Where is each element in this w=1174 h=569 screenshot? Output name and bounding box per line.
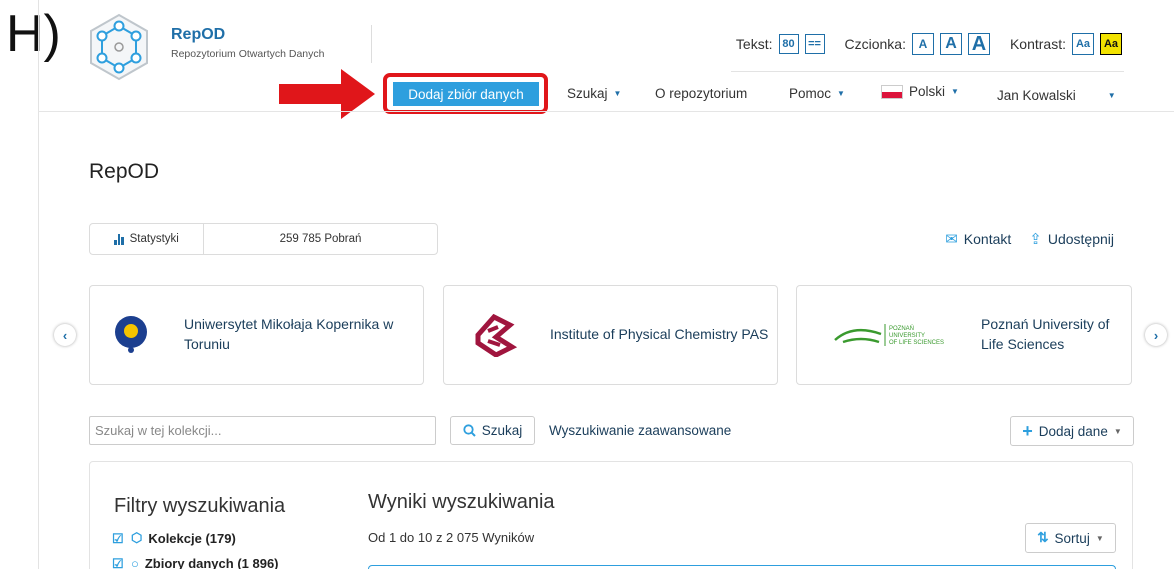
page-title: RepOD — [89, 160, 160, 183]
partner-name: Institute of Physical Chemistry PAS — [550, 326, 769, 343]
search-icon — [463, 424, 476, 437]
statistics-label: Statystyki — [129, 233, 179, 245]
nav-search-label: Szukaj — [567, 86, 608, 101]
nav-help-dropdown[interactable]: Pomoc ▼ — [789, 86, 845, 101]
nav-about-label: O repozytorium — [655, 86, 748, 101]
plus-icon: + — [1022, 420, 1033, 441]
partner-card[interactable]: Uniwersytet Mikołaja Kopernika w Toruniu — [89, 285, 424, 385]
umk-logo-icon — [115, 316, 147, 353]
add-data-label: Dodaj dane — [1038, 423, 1108, 439]
brand-subtitle: Repozytorium Otwartych Danych — [171, 48, 325, 60]
panel-letter: H) — [6, 5, 61, 63]
partner-name: Uniwersytet Mikołaja Kopernika w Toruniu — [184, 316, 394, 352]
ichf-logo-icon — [475, 313, 518, 357]
text-size-label: Tekst: — [735, 36, 773, 52]
poland-flag-icon — [881, 84, 903, 99]
brand-separator — [371, 25, 372, 63]
sort-label: Sortuj — [1054, 530, 1090, 546]
nav-help-label: Pomoc — [789, 86, 832, 101]
carousel-next-button[interactable]: › — [1145, 324, 1167, 346]
carousel-prev-button[interactable]: ‹ — [54, 324, 76, 346]
search-button-label: Szukaj — [481, 423, 523, 438]
puls-logo-icon: POZNAŃ UNIVERSITY OF LIFE SCIENCES — [834, 324, 944, 346]
chevron-down-icon: ▼ — [1095, 533, 1104, 543]
language-label: Polski — [909, 84, 946, 99]
chevron-down-icon: ▼ — [1113, 426, 1122, 436]
font-small-button[interactable]: A — [911, 33, 934, 55]
nav-about-link[interactable]: O repozytorium — [655, 86, 747, 101]
filter-label: Kolekcje (179) — [148, 530, 236, 546]
stats-bar: Statystyki 259 785 Pobrań — [89, 223, 438, 255]
statistics-link[interactable]: Statystyki — [90, 224, 204, 254]
chevron-down-icon: ▼ — [837, 89, 845, 98]
filter-collections[interactable]: ☑ ⬡ Kolekcje (179) — [112, 530, 236, 546]
text-width-80-button[interactable]: 80 — [778, 34, 799, 54]
left-divider — [38, 0, 39, 569]
font-label: Czcionka: — [844, 36, 906, 52]
dataset-icon: ○ — [131, 556, 139, 569]
share-icon: ⇪ — [1029, 231, 1042, 248]
checkbox-checked-icon[interactable]: ☑ — [112, 557, 125, 569]
partner-card[interactable]: Institute of Physical Chemistry PAS — [443, 285, 778, 385]
contrast-label: Kontrast: — [1009, 36, 1066, 52]
add-dataset-button[interactable]: Dodaj zbiór danych — [393, 82, 539, 106]
puls-logo-text: POZNAŃ — [889, 325, 914, 332]
collection-icon: ⬡ — [131, 530, 143, 545]
results-title: Wyniki wyszukiwania — [368, 491, 555, 513]
nav-search-dropdown[interactable]: Szukaj ▼ — [567, 86, 621, 101]
font-large-button[interactable]: A — [967, 33, 990, 55]
filter-label: Zbiory danych (1 896) — [144, 556, 279, 569]
chevron-left-icon: ‹ — [62, 327, 68, 343]
checkbox-checked-icon[interactable]: ☑ — [112, 532, 125, 545]
add-data-dropdown[interactable]: + Dodaj dane ▼ — [1010, 416, 1134, 446]
share-link[interactable]: Udostępnij — [1048, 231, 1114, 247]
font-medium-button[interactable]: A — [939, 33, 962, 55]
contact-link[interactable]: Kontakt — [964, 231, 1011, 247]
chevron-down-icon: ▼ — [1107, 91, 1116, 100]
result-item[interactable] — [368, 565, 1116, 569]
contact-share-links: ✉ Kontakt ⇪ Udostępnij — [945, 230, 1114, 248]
sort-icon: ⇅ — [1037, 530, 1049, 545]
filters-title: Filtry wyszukiwania — [114, 495, 286, 517]
accessibility-toolbar: Tekst: 80 == Czcionka: A A A Kontrast: A… — [736, 33, 1122, 55]
repod-logo-icon[interactable] — [84, 12, 154, 82]
chevron-down-icon: ▼ — [951, 87, 959, 96]
bar-chart-icon — [114, 233, 124, 245]
sort-dropdown[interactable]: ⇅ Sortuj ▼ — [1025, 523, 1116, 553]
collection-search-input[interactable]: Szukaj w tej kolekcji... — [89, 416, 436, 445]
puls-logo-text: UNIVERSITY — [889, 333, 925, 339]
user-name: Jan Kowalski — [997, 88, 1076, 103]
header-bottom-border — [38, 111, 1174, 112]
search-button[interactable]: Szukaj — [450, 416, 535, 445]
language-selector[interactable]: Polski ▼ — [881, 84, 959, 99]
partner-name: Poznań University of Life Sciences — [981, 316, 1110, 352]
contrast-high-button[interactable]: Aa — [1100, 33, 1122, 55]
results-count: Od 1 do 10 z 2 075 Wyników — [368, 530, 535, 545]
advanced-search-link[interactable]: Wyszukiwanie zaawansowane — [549, 423, 731, 438]
brand-title[interactable]: RepOD — [171, 26, 225, 44]
user-menu[interactable]: Jan Kowalski ▼ — [997, 88, 1116, 103]
partner-card[interactable]: POZNAŃ UNIVERSITY OF LIFE SCIENCES Pozna… — [796, 285, 1132, 385]
chevron-down-icon: ▼ — [613, 89, 622, 98]
puls-logo-text: OF LIFE SCIENCES — [889, 340, 944, 346]
envelope-icon: ✉ — [945, 231, 958, 248]
nav-divider — [731, 71, 1124, 72]
downloads-count: 259 785 Pobrań — [279, 233, 362, 245]
contrast-normal-button[interactable]: Aa — [1072, 33, 1094, 55]
filter-datasets[interactable]: ☑ ○ Zbiory danych (1 896) — [112, 556, 279, 569]
text-spacing-button[interactable]: == — [804, 34, 825, 54]
chevron-right-icon: › — [1153, 327, 1159, 343]
